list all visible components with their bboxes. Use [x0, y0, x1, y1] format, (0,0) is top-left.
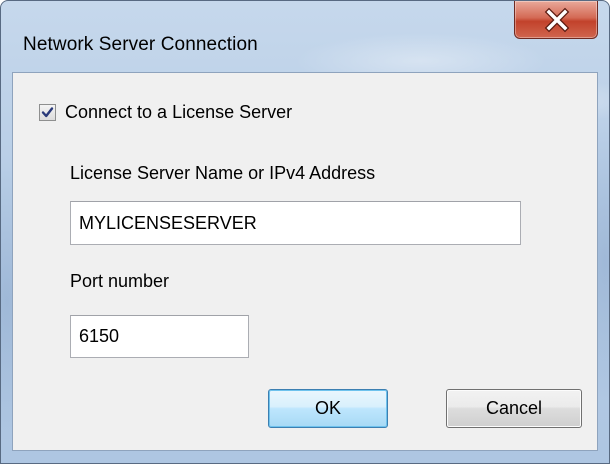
close-button[interactable]	[514, 1, 598, 39]
title-bar[interactable]: Network Server Connection	[1, 1, 609, 71]
ok-button[interactable]: OK	[268, 389, 388, 428]
dialog-content: Connect to a License Server License Serv…	[12, 72, 598, 451]
connect-license-server-option[interactable]: Connect to a License Server	[39, 101, 292, 123]
connect-license-server-checkbox[interactable]	[39, 103, 56, 121]
close-icon	[544, 7, 570, 33]
dialog-window: Network Server Connection Connect to a L…	[0, 0, 610, 464]
port-number-input[interactable]	[70, 315, 249, 358]
port-number-label: Port number	[70, 271, 170, 291]
window-title: Network Server Connection	[23, 34, 258, 55]
checkmark-icon	[41, 106, 54, 117]
server-name-input[interactable]	[70, 201, 521, 245]
server-name-label: License Server Name or IPv4 Address	[70, 163, 376, 183]
cancel-button[interactable]: Cancel	[446, 389, 582, 428]
connect-license-server-label[interactable]: Connect to a License Server	[65, 102, 292, 123]
